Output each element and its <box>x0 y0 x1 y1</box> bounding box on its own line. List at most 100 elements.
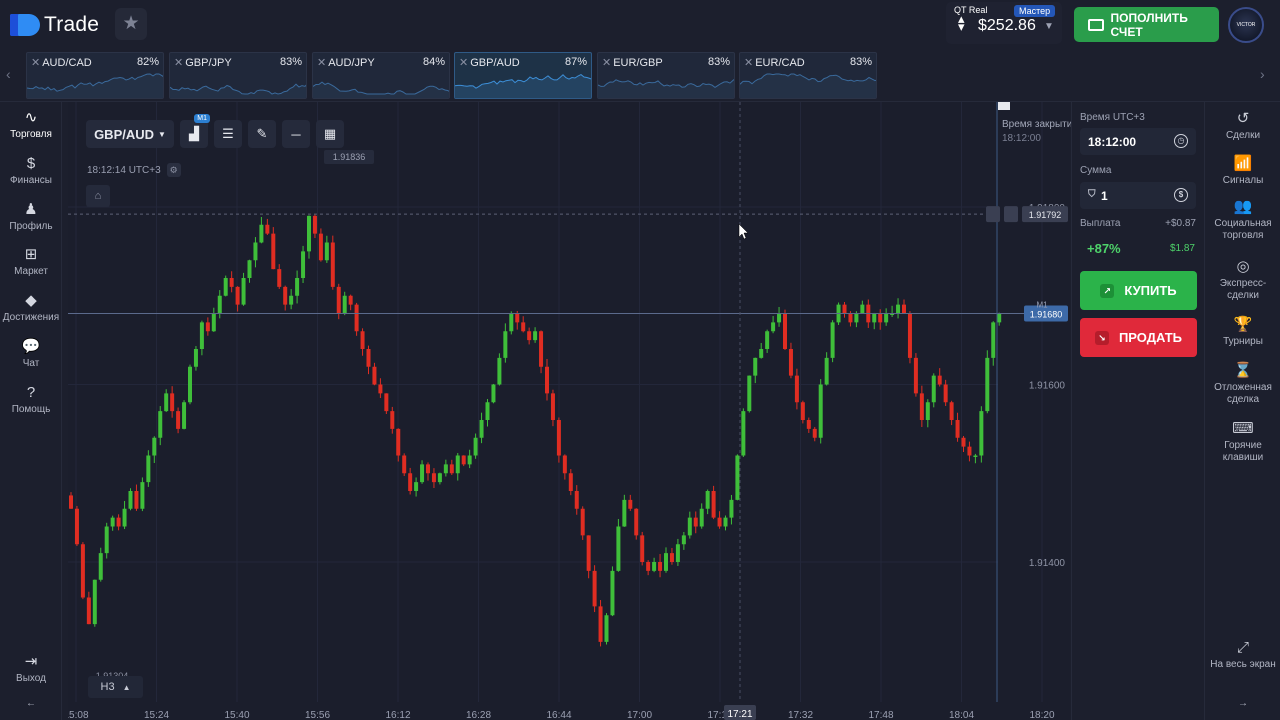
amount-label: Сумма <box>1080 165 1112 176</box>
scroll-right-icon[interactable]: › <box>1260 66 1265 82</box>
chart-line-icon: ∿ <box>24 109 38 126</box>
candle-body <box>788 349 793 376</box>
nav-item-label: На весь экран <box>1210 659 1276 670</box>
layout-button[interactable]: ▦ <box>316 120 344 148</box>
nav-item-fullscreen[interactable]: ⤢ На весь экран <box>1205 638 1280 671</box>
time-label: Время UTC+3 <box>1080 112 1145 123</box>
nav-item-pending[interactable]: ⌛ Отложенная сделка <box>1205 361 1280 406</box>
gear-icon[interactable]: ⚙ <box>166 163 181 177</box>
candle-body <box>646 562 651 571</box>
nav-item-achievements[interactable]: ◆ Достижения <box>0 291 62 323</box>
clock-icon[interactable]: ◷ <box>1174 134 1188 148</box>
candle-body <box>765 331 770 349</box>
candle-body <box>104 526 109 554</box>
timeframe-badge: M1 <box>194 114 210 123</box>
account-switcher[interactable]: QT Real Мастер ▴ ▾ $252.86 ▼ <box>946 2 1062 44</box>
nav-item-signals[interactable]: 📶 Сигналы <box>1205 154 1280 187</box>
dollar-icon[interactable]: $ <box>1174 188 1188 202</box>
candle-body <box>265 224 270 234</box>
asset-tab-eur-gbp[interactable]: ✕ EUR/GBP 83% <box>597 52 735 99</box>
lines-button[interactable]: ─ <box>282 120 310 148</box>
candle-body <box>741 411 746 456</box>
trading-app: Trade ★ QT Real Мастер ▴ ▾ $252.86 ▼ ПОПО… <box>0 0 1280 720</box>
dollar-icon: $ <box>26 155 36 172</box>
candle-body <box>330 242 335 287</box>
account-balance: $252.86 <box>978 17 1036 34</box>
asset-tab-payout: 84% <box>422 56 445 68</box>
favorite-star-button[interactable]: ★ <box>115 8 147 40</box>
candle-body <box>372 366 377 385</box>
nav-item-express[interactable]: ◎ Экспресс-сделки <box>1205 257 1280 302</box>
collapse-right-icon[interactable]: → <box>1205 698 1280 710</box>
nav-item-tournaments[interactable]: 🏆 Турниры <box>1205 315 1280 348</box>
time-tick-label: 17:32 <box>788 710 813 720</box>
deposit-button-label: ПОПОЛНИТЬ СЧЕТ <box>1110 10 1188 39</box>
nav-item-help[interactable]: ? Помощь <box>0 383 62 415</box>
candle-body <box>515 313 520 323</box>
nav-item-market[interactable]: ⊞ Маркет <box>0 245 62 277</box>
asset-tab-gbp-jpy[interactable]: ✕ GBP/JPY 83% <box>169 52 307 99</box>
avatar[interactable]: VICTOR <box>1228 7 1264 43</box>
nav-item-chat[interactable]: 💬 Чат <box>0 337 62 369</box>
candle-body <box>128 491 133 509</box>
deposit-button[interactable]: ПОПОЛНИТЬ СЧЕТ <box>1074 7 1219 42</box>
candle-body <box>580 508 585 536</box>
buy-button[interactable]: ↗ КУПИТЬ <box>1080 271 1197 310</box>
time-tick-label: 15:08 <box>68 710 89 720</box>
candle-body <box>937 375 942 385</box>
candle-body <box>324 242 329 261</box>
nav-item-deals[interactable]: ↺ Сделки <box>1205 109 1280 142</box>
zoom-select[interactable]: Н3 ▲ <box>88 676 143 698</box>
crosshair-time-label: 17:21 <box>727 709 752 720</box>
current-price-label: 1.91680 <box>1030 310 1063 320</box>
keyboard-icon: ⌨ <box>1232 420 1254 437</box>
collapse-left-icon[interactable]: ← <box>0 698 62 709</box>
sell-button[interactable]: ↘ ПРОДАТЬ <box>1080 318 1197 357</box>
candle-body <box>640 535 645 562</box>
nav-item-logout[interactable]: ⇥ Выход <box>0 652 62 684</box>
time-tick-label: 15:56 <box>305 710 330 720</box>
logo[interactable]: Trade <box>10 10 99 40</box>
candle-body <box>170 393 175 412</box>
nav-item-label: Профиль <box>9 221 53 232</box>
scroll-left-icon[interactable]: ‹ <box>6 66 11 82</box>
nav-item-label: Турниры <box>1223 336 1263 347</box>
candle-body <box>301 251 306 278</box>
nav-item-profile[interactable]: ♟ Профиль <box>0 200 62 232</box>
pair-select[interactable]: GBP/AUD ▼ <box>86 120 174 148</box>
candle-body <box>348 295 353 305</box>
candle-body <box>122 508 127 527</box>
payout-profit: +$0.87 <box>1165 218 1196 229</box>
nav-item-finance[interactable]: $ Финансы <box>0 154 62 186</box>
indicators-button[interactable]: ☰ <box>214 120 242 148</box>
asset-tab-aud-cad[interactable]: ✕ AUD/CAD 82% <box>26 52 164 99</box>
asset-tab-gbp-aud[interactable]: ✕ GBP/AUD 87% <box>454 52 592 99</box>
candle-body <box>259 224 264 243</box>
time-field[interactable]: 18:12:00 ◷ <box>1080 128 1196 155</box>
nav-item-trading[interactable]: ∿ Торговля <box>0 108 62 140</box>
chart-type-button[interactable]: ▟ M1 <box>180 114 210 148</box>
drawing-button[interactable]: ✎ <box>248 120 276 148</box>
sliders-icon: ☰ <box>222 126 234 141</box>
candle-body <box>497 357 502 385</box>
candle-body <box>818 384 823 438</box>
asset-tab-aud-jpy[interactable]: ✕ AUD/JPY 84% <box>312 52 450 99</box>
asset-tab-eur-cad[interactable]: ✕ EUR/CAD 83% <box>739 52 877 99</box>
chart-canvas[interactable]: 15:08 15:24 15:40 15:56 16:12 16:28 16:44 17:00… <box>68 102 1070 720</box>
candle-body <box>616 526 621 571</box>
top-bar: Trade ★ QT Real Мастер ▴ ▾ $252.86 ▼ ПОПО… <box>0 0 1280 50</box>
left-nav: ∿ Торговля $ Финансы ♟ Профиль ⊞ Маркет ◆ Достиже… <box>0 102 62 720</box>
candle-body <box>634 508 639 536</box>
candle-body <box>396 428 401 456</box>
candle-body <box>604 615 609 642</box>
alert-hourglass-icon <box>986 206 1000 223</box>
right-nav: ↺ Сделки 📶 Сигналы 👥 Социальная торговля ◎ Эксп… <box>1204 102 1280 720</box>
nav-item-social[interactable]: 👥 Социальная торговля <box>1205 197 1280 242</box>
candle-body <box>771 322 776 332</box>
price-chart[interactable]: 15:08 15:24 15:40 15:56 16:12 16:28 16:44 17:00… <box>68 102 1070 720</box>
reset-view-button[interactable]: ⌂ <box>86 185 110 207</box>
amount-field[interactable]: ⛉ 1 $ <box>1080 182 1196 209</box>
candle-body <box>461 455 466 465</box>
time-tick-label: 16:28 <box>466 710 491 720</box>
nav-item-hotkeys[interactable]: ⌨ Горячие клавиши <box>1205 419 1280 464</box>
